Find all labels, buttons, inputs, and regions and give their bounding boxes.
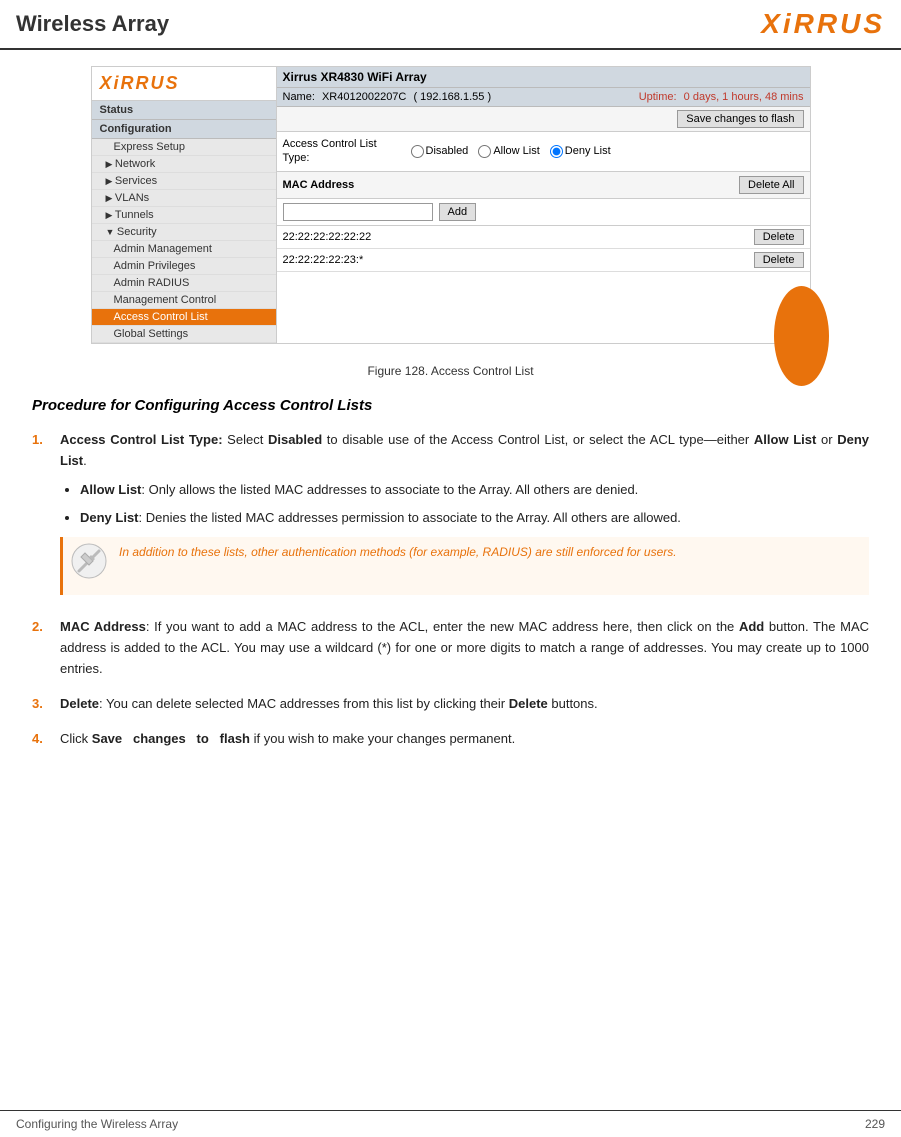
orange-decoration bbox=[774, 286, 829, 386]
acl-radio-group: Disabled Allow List Deny List bbox=[411, 145, 611, 158]
footer-right: 229 bbox=[865, 1117, 885, 1131]
item4-save: Save changes to flash bbox=[92, 731, 250, 746]
sidebar-item-acl[interactable]: Access Control List bbox=[92, 309, 276, 326]
item-text-2: MAC Address: If you want to add a MAC ad… bbox=[60, 617, 869, 679]
top-info-bar: Xirrus XR4830 WiFi Array bbox=[277, 67, 810, 88]
mac-entry-row-2: 22:22:22:22:23:* Delete bbox=[277, 249, 810, 272]
device-title: Xirrus XR4830 WiFi Array bbox=[283, 70, 427, 84]
mac-entry-row-1: 22:22:22:22:22:22 Delete bbox=[277, 226, 810, 249]
mac-address-label: MAC Address bbox=[283, 179, 355, 191]
sidebar-item-network[interactable]: Network bbox=[92, 156, 276, 173]
save-changes-button[interactable]: Save changes to flash bbox=[677, 110, 803, 128]
procedure-heading: Procedure for Configuring Access Control… bbox=[32, 394, 869, 418]
sidebar-item-admin-mgmt[interactable]: Admin Management bbox=[92, 241, 276, 258]
device-name-info: Name: XR4012002207C ( 192.168.1.55 ) bbox=[283, 91, 492, 103]
right-panel: Xirrus XR4830 WiFi Array Name: XR4012002… bbox=[277, 67, 810, 343]
note-box: In addition to these lists, other authen… bbox=[60, 537, 869, 595]
procedure-item-3: 3. Delete: You can delete selected MAC a… bbox=[32, 694, 869, 715]
item2-bold: MAC Address bbox=[60, 619, 146, 634]
main-content: XiRRUS Status Configuration Express Setu… bbox=[0, 50, 901, 779]
sidebar-logo: XiRRUS bbox=[92, 67, 276, 101]
mac-address-input[interactable] bbox=[283, 203, 433, 221]
sidebar-item-security[interactable]: Security bbox=[92, 224, 276, 241]
delete-mac-button-1[interactable]: Delete bbox=[754, 229, 804, 245]
sidebar-item-tunnels[interactable]: Tunnels bbox=[92, 207, 276, 224]
item-number-1: 1. bbox=[32, 430, 52, 603]
device-info-bar: Name: XR4012002207C ( 192.168.1.55 ) Upt… bbox=[277, 88, 810, 107]
radio-deny[interactable]: Deny List bbox=[550, 145, 611, 158]
item1-disabled: Disabled bbox=[268, 432, 322, 447]
procedure-item-4: 4. Click Save changes to flash if you wi… bbox=[32, 729, 869, 750]
header-logo: XiRRUS bbox=[761, 8, 885, 40]
uptime-label: Uptime: bbox=[639, 91, 677, 103]
delete-all-button[interactable]: Delete All bbox=[739, 176, 803, 194]
item3-delete: Delete bbox=[60, 696, 99, 711]
bullet-allow-bold: Allow List bbox=[80, 482, 141, 497]
delete-mac-button-2[interactable]: Delete bbox=[754, 252, 804, 268]
uptime-info: Uptime: 0 days, 1 hours, 48 mins bbox=[639, 91, 804, 103]
radio-disabled-input[interactable] bbox=[411, 145, 424, 158]
add-row: Add bbox=[277, 199, 810, 226]
sidebar: XiRRUS Status Configuration Express Setu… bbox=[92, 67, 277, 343]
figure-caption: Figure 128. Access Control List bbox=[24, 364, 877, 378]
item-number-3: 3. bbox=[32, 694, 52, 715]
name-label: Name: bbox=[283, 91, 315, 103]
mac-header-row: MAC Address Delete All bbox=[277, 172, 810, 199]
item-number-4: 4. bbox=[32, 729, 52, 750]
sidebar-item-admin-radius[interactable]: Admin RADIUS bbox=[92, 275, 276, 292]
save-button-row: Save changes to flash bbox=[277, 107, 810, 132]
uptime-value: 0 days, 1 hours, 48 mins bbox=[684, 91, 804, 103]
radio-allow-input[interactable] bbox=[478, 145, 491, 158]
note-icon bbox=[69, 543, 109, 589]
radio-deny-input[interactable] bbox=[550, 145, 563, 158]
radio-allow[interactable]: Allow List bbox=[478, 145, 539, 158]
mac-entry-value-2: 22:22:22:22:23:* bbox=[283, 254, 364, 266]
mac-entry-value-1: 22:22:22:22:22:22 bbox=[283, 231, 372, 243]
bullet-deny-bold: Deny List bbox=[80, 510, 139, 525]
note-text: In addition to these lists, other authen… bbox=[119, 543, 677, 589]
radio-disabled[interactable]: Disabled bbox=[411, 145, 469, 158]
sidebar-item-express-setup[interactable]: Express Setup bbox=[92, 139, 276, 156]
item2-add: Add bbox=[739, 619, 764, 634]
item1-bold-intro: Access Control List Type: bbox=[60, 432, 223, 447]
acl-type-row: Access Control List Type: Disabled Allow… bbox=[277, 132, 810, 172]
radio-allow-label: Allow List bbox=[493, 145, 539, 157]
radio-disabled-label: Disabled bbox=[426, 145, 469, 157]
add-mac-button[interactable]: Add bbox=[439, 203, 477, 221]
page-footer: Configuring the Wireless Array 229 bbox=[0, 1110, 901, 1137]
sidebar-status[interactable]: Status bbox=[92, 101, 276, 120]
item-text-1: Access Control List Type: Select Disable… bbox=[60, 430, 869, 603]
sidebar-item-global-settings[interactable]: Global Settings bbox=[92, 326, 276, 343]
item3-delete2: Delete bbox=[509, 696, 548, 711]
procedure-item-1: 1. Access Control List Type: Select Disa… bbox=[32, 430, 869, 603]
item1-allow: Allow List bbox=[754, 432, 816, 447]
bullet-deny: Deny List: Denies the listed MAC address… bbox=[80, 508, 869, 529]
sidebar-configuration[interactable]: Configuration bbox=[92, 120, 276, 139]
item-number-2: 2. bbox=[32, 617, 52, 679]
page-header: Wireless Array XiRRUS bbox=[0, 0, 901, 50]
sidebar-item-admin-priv[interactable]: Admin Privileges bbox=[92, 258, 276, 275]
sidebar-item-vlans[interactable]: VLANs bbox=[92, 190, 276, 207]
radio-deny-label: Deny List bbox=[565, 145, 611, 157]
sidebar-logo-text: XiRRUS bbox=[100, 73, 180, 93]
bullet-allow: Allow List: Only allows the listed MAC a… bbox=[80, 480, 869, 501]
screenshot-box: XiRRUS Status Configuration Express Setu… bbox=[91, 66, 811, 344]
sidebar-item-services[interactable]: Services bbox=[92, 173, 276, 190]
device-name-value: XR4012002207C bbox=[322, 91, 406, 103]
acl-type-label: Access Control List Type: bbox=[283, 137, 403, 166]
procedure-item-2: 2. MAC Address: If you want to add a MAC… bbox=[32, 617, 869, 679]
body-content: Procedure for Configuring Access Control… bbox=[24, 394, 877, 763]
item-text-4: Click Save changes to flash if you wish … bbox=[60, 729, 869, 750]
item-text-3: Delete: You can delete selected MAC addr… bbox=[60, 694, 869, 715]
sidebar-item-mgmt-control[interactable]: Management Control bbox=[92, 292, 276, 309]
ip-value: ( 192.168.1.55 ) bbox=[413, 91, 491, 103]
page-title: Wireless Array bbox=[16, 11, 169, 37]
bullet-list-1: Allow List: Only allows the listed MAC a… bbox=[80, 480, 869, 530]
footer-left: Configuring the Wireless Array bbox=[16, 1117, 178, 1131]
